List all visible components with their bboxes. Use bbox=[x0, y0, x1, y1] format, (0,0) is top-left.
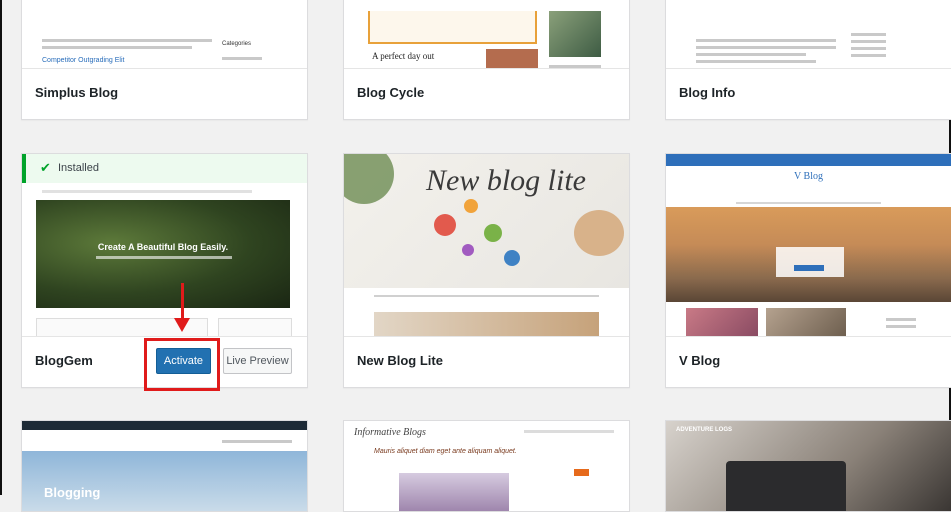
theme-card-informative-blogs[interactable]: Informative Blogs Mauris aliquet diam eg… bbox=[343, 420, 630, 512]
theme-screenshot: Informative Blogs Mauris aliquet diam eg… bbox=[344, 421, 629, 511]
hero-title: New blog lite bbox=[426, 164, 586, 197]
theme-meta: V Blog bbox=[666, 336, 951, 387]
theme-name: Blog Cycle bbox=[357, 85, 425, 100]
theme-card-simplus-blog[interactable]: Competitor Outgrading Elit Categories Si… bbox=[21, 0, 308, 120]
hero-image: Blogging bbox=[22, 451, 307, 511]
theme-meta: Blog Cycle bbox=[344, 68, 629, 119]
theme-name: New Blog Lite bbox=[357, 353, 443, 368]
live-preview-button[interactable]: Live Preview bbox=[223, 348, 292, 374]
hero-text: Blogging bbox=[44, 485, 101, 500]
checkmark-icon: ✔ bbox=[40, 160, 51, 175]
theme-screenshot: Blogging bbox=[22, 421, 307, 511]
preview-heading: A perfect day out bbox=[372, 51, 435, 61]
theme-meta: Blog Info bbox=[666, 68, 951, 119]
theme-screenshot: ADVENTURE LOGS bbox=[666, 421, 951, 511]
theme-screenshot: ✔ Installed Create A Beautiful Blog Easi… bbox=[22, 154, 307, 336]
theme-card-blog-info[interactable]: Blog Info bbox=[665, 0, 951, 120]
annotation-arrow-head bbox=[174, 318, 190, 332]
theme-name: Simplus Blog bbox=[35, 85, 119, 100]
annotation-highlight-box bbox=[144, 338, 220, 391]
theme-meta: Simplus Blog bbox=[22, 68, 307, 119]
theme-card-blog-cycle[interactable]: A perfect day out Blog Cycle bbox=[343, 0, 630, 120]
hero-text: Create A Beautiful Blog Easily. bbox=[97, 242, 229, 252]
theme-name: BlogGem bbox=[35, 353, 93, 368]
theme-card-row3-1[interactable]: Blogging bbox=[21, 420, 308, 512]
theme-meta: New Blog Lite bbox=[344, 336, 629, 387]
theme-name: Blog Info bbox=[679, 85, 736, 100]
frame-border-left bbox=[0, 0, 2, 495]
hero-image: New blog lite bbox=[344, 154, 629, 288]
theme-screenshot: New blog lite bbox=[344, 154, 629, 336]
theme-name: V Blog bbox=[679, 353, 721, 368]
site-label: ADVENTURE LOGS bbox=[676, 427, 733, 433]
theme-screenshot: V Blog bbox=[666, 154, 951, 336]
theme-card-new-blog-lite[interactable]: New blog lite New Blog Lite bbox=[343, 153, 630, 388]
theme-card-adventure-logs[interactable]: ADVENTURE LOGS bbox=[665, 420, 951, 512]
preview-widget-title: Categories bbox=[222, 41, 252, 47]
installed-notice: ✔ Installed bbox=[22, 154, 307, 183]
theme-screenshot: Competitor Outgrading Elit Categories bbox=[22, 0, 307, 68]
header-title: Informative Blogs bbox=[354, 427, 426, 438]
hero-image: Create A Beautiful Blog Easily. bbox=[36, 200, 290, 308]
theme-screenshot: A perfect day out bbox=[344, 0, 629, 68]
annotation-arrow-shaft bbox=[181, 283, 184, 321]
preview-link: Competitor Outgrading Elit bbox=[42, 57, 125, 64]
installed-label: Installed bbox=[58, 162, 99, 174]
header-title: V Blog bbox=[794, 171, 823, 182]
theme-card-v-blog[interactable]: V Blog V Blog bbox=[665, 153, 951, 388]
tagline: Mauris aliquet diam eget ante aliquam al… bbox=[374, 448, 517, 455]
hero-image bbox=[666, 207, 951, 302]
theme-screenshot bbox=[666, 0, 951, 68]
